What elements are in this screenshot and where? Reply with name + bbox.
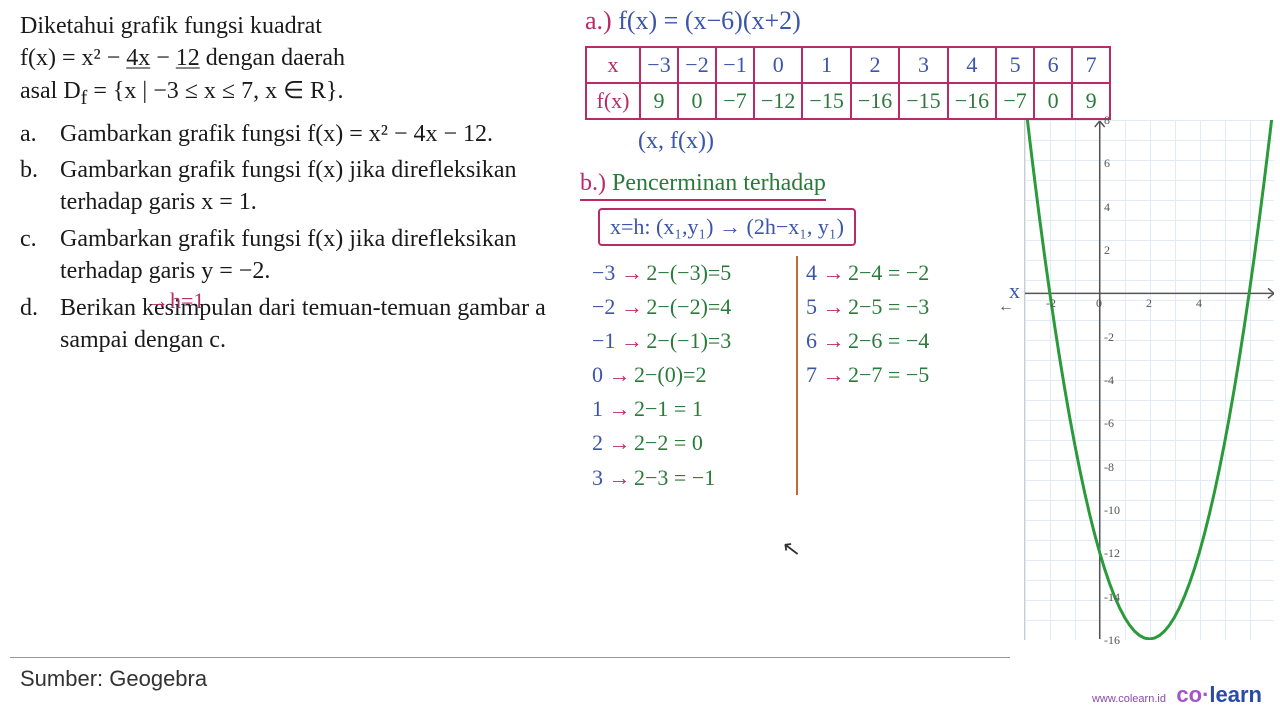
table-cell: −15 xyxy=(899,83,947,119)
item-body: Gambarkan grafik fungsi f(x) jika direfl… xyxy=(60,154,570,219)
item-letter: a. xyxy=(20,118,60,150)
reflection-row: 0 → 2−(0)=2 xyxy=(592,358,790,392)
table-cell: 7 xyxy=(1072,47,1110,83)
intro-line1: Diketahui grafik fungsi kuadrat xyxy=(20,13,322,39)
y-tick: -8 xyxy=(1104,460,1114,475)
table-cell: −1 xyxy=(716,47,754,83)
table-cell: 4 xyxy=(948,47,996,83)
table-cell: 6 xyxy=(1034,47,1072,83)
divider xyxy=(10,657,1010,658)
table-cell: 2 xyxy=(851,47,899,83)
table-cell: 0 xyxy=(754,47,802,83)
intro-line2: f(x) = x² − 4x − 12 dengan daerah xyxy=(20,45,345,71)
intro-line3: asal Df = {x | −3 ≤ x ≤ 7, x ∈ R}. xyxy=(20,78,344,104)
reflection-row: 4 → 2−4 = −2 xyxy=(806,256,1012,290)
problem-item: c.Gambarkan grafik fungsi f(x) jika dire… xyxy=(20,223,570,288)
x-tick: -2 xyxy=(1046,296,1056,311)
y-tick: -12 xyxy=(1104,546,1120,561)
cursor-icon: ↖ xyxy=(780,535,802,563)
brand-logo: co·learn xyxy=(1176,682,1262,707)
reflection-row: 3 → 2−3 = −1 xyxy=(592,461,790,495)
answer-b-text: Pencerminan terhadap xyxy=(612,170,826,196)
table-cell: 3 xyxy=(899,47,947,83)
brand-url: www.colearn.id xyxy=(1092,693,1166,705)
reflection-row: −3 → 2−(−3)=5 xyxy=(592,256,790,290)
item-letter: b. xyxy=(20,154,60,219)
item-body: Berikan kesimpulan dari temuan-temuan ga… xyxy=(60,292,570,357)
reflection-rule: x=h: (x₁,y₁) → (2h−x₁, y₁) xyxy=(598,208,856,246)
annotation-h-equals-1: h=1 xyxy=(170,288,204,314)
reflection-row: 1 → 2−1 = 1 xyxy=(592,392,790,426)
answer-a-heading: a.) f(x) = (x−6)(x+2) xyxy=(585,6,801,36)
problem-statement: Diketahui grafik fungsi kuadrat f(x) = x… xyxy=(20,10,570,360)
table-cell: −2 xyxy=(678,47,716,83)
table-cell: −16 xyxy=(851,83,899,119)
table-fx-label: f(x) xyxy=(586,83,640,119)
brand-footer: www.colearn.id co·learn xyxy=(1092,682,1262,708)
x-arrow-left: ← xyxy=(998,298,1014,316)
coord-note: (x, f(x)) xyxy=(638,128,714,155)
x-tick: 0 xyxy=(1096,296,1102,311)
y-tick: -16 xyxy=(1104,633,1120,648)
y-tick: 4 xyxy=(1104,200,1110,215)
parabola-chart: 8642-2-4-6-8-10-12-14-16-2024 xyxy=(1024,120,1274,640)
y-tick: 2 xyxy=(1104,243,1110,258)
answer-b-letter: b.) xyxy=(580,170,606,196)
reflection-row: 7 → 2−7 = −5 xyxy=(806,358,1012,392)
item-body: Gambarkan grafik fungsi f(x) = x² − 4x −… xyxy=(60,118,570,150)
answer-a-expr: f(x) = (x−6)(x+2) xyxy=(618,6,801,35)
reflection-row: 6 → 2−6 = −4 xyxy=(806,324,1012,358)
problem-item: a.Gambarkan grafik fungsi f(x) = x² − 4x… xyxy=(20,118,570,150)
table-cell: −7 xyxy=(716,83,754,119)
table-cell: 1 xyxy=(802,47,850,83)
table-cell: −15 xyxy=(802,83,850,119)
table-cell: −12 xyxy=(754,83,802,119)
problem-item: d.Berikan kesimpulan dari temuan-temuan … xyxy=(20,292,570,357)
source-label: Sumber: Geogebra xyxy=(20,666,207,692)
table-cell: −16 xyxy=(948,83,996,119)
value-table: x−3−2−101234567 f(x)90−7−12−15−16−15−16−… xyxy=(585,46,1111,120)
reflection-row: −2 → 2−(−2)=4 xyxy=(592,290,790,324)
item-body: Gambarkan grafik fungsi f(x) jika direfl… xyxy=(60,223,570,288)
problem-item: b.Gambarkan grafik fungsi f(x) jika dire… xyxy=(20,154,570,219)
item-letter: d. xyxy=(20,292,60,357)
table-cell: −7 xyxy=(996,83,1034,119)
table-cell: 0 xyxy=(678,83,716,119)
y-tick: -4 xyxy=(1104,373,1114,388)
reflection-row: −1 → 2−(−1)=3 xyxy=(592,324,790,358)
answer-b-heading: b.) Pencerminan terhadap xyxy=(580,170,826,201)
x-tick: 2 xyxy=(1146,296,1152,311)
y-tick: -6 xyxy=(1104,416,1114,431)
reflection-row: 2 → 2−2 = 0 xyxy=(592,426,790,460)
y-tick: -14 xyxy=(1104,590,1120,605)
y-tick: -10 xyxy=(1104,503,1120,518)
x-tick: 4 xyxy=(1196,296,1202,311)
problem-intro: Diketahui grafik fungsi kuadrat f(x) = x… xyxy=(20,10,570,112)
annotation-arrow-h: → xyxy=(147,288,169,314)
parabola-curve xyxy=(1025,120,1274,639)
y-tick: -2 xyxy=(1104,330,1114,345)
item-letter: c. xyxy=(20,223,60,288)
table-x-label: x xyxy=(586,47,640,83)
y-tick: 8 xyxy=(1104,113,1110,128)
y-tick: 6 xyxy=(1104,156,1110,171)
table-cell: 5 xyxy=(996,47,1034,83)
reflection-row: 5 → 2−5 = −3 xyxy=(806,290,1012,324)
answer-a-letter: a.) xyxy=(585,6,612,35)
chart-svg xyxy=(1025,120,1274,640)
reflection-calculations: −3 → 2−(−3)=5−2 → 2−(−2)=4−1 → 2−(−1)=30… xyxy=(592,256,1012,495)
table-cell: −3 xyxy=(640,47,678,83)
table-cell: 9 xyxy=(640,83,678,119)
table-cell: 0 xyxy=(1034,83,1072,119)
